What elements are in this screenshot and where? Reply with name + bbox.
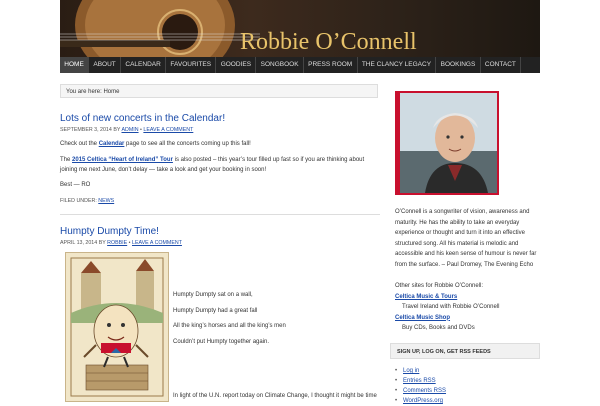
- post-meta: April 13, 2014 by Robbie • Leave a Comme…: [60, 240, 182, 246]
- post-paragraph: The 2015 Celtica “Heart of Ireland” Tour…: [60, 155, 378, 175]
- post-paragraph: Check out the Calendar page to see all t…: [60, 139, 380, 149]
- divider: [60, 214, 380, 215]
- nav-contact[interactable]: Contact: [481, 57, 522, 73]
- leave-comment-link[interactable]: Leave a Comment: [132, 240, 182, 246]
- post-author-link[interactable]: Admin: [121, 127, 138, 133]
- celtica-tours-link[interactable]: Celtica Music & Tours: [395, 292, 540, 303]
- comments-rss-link[interactable]: Comments RSS: [395, 386, 446, 396]
- post-by: by: [113, 127, 121, 133]
- celtica-tours-desc: Travel Ireland with Robbie O’Connell: [402, 304, 500, 310]
- rhyme: Humpty Dumpty sat on a wall, Humpty Dump…: [173, 288, 373, 350]
- text: The: [60, 157, 73, 163]
- nav-press-room[interactable]: Press Room: [304, 57, 358, 73]
- rhyme-line: Humpty Dumpty had a great fall: [173, 307, 258, 314]
- nav-favourites[interactable]: Favourites: [166, 57, 217, 73]
- rhyme-line: Couldn’t put Humpty together again.: [173, 338, 270, 345]
- nav-clancy-legacy[interactable]: The Clancy Legacy: [358, 57, 437, 73]
- main-nav: Home About Calendar Favourites Goodies S…: [60, 57, 540, 73]
- rhyme-line: Humpty Dumpty sat on a wall,: [173, 292, 253, 298]
- tour-link[interactable]: 2015 Celtica “Heart of Ireland” Tour: [72, 157, 173, 163]
- nav-home[interactable]: Home: [60, 57, 90, 73]
- entries-rss-link[interactable]: Entries RSS: [395, 376, 446, 386]
- post-title[interactable]: Lots of new concerts in the Calendar!: [60, 113, 225, 124]
- humpty-dumpty-illustration: [65, 252, 169, 402]
- site-header: Robbie O’Connell: [60, 0, 540, 57]
- meta-links-list: Log in Entries RSS Comments RSS WordPres…: [395, 366, 446, 406]
- category-link[interactable]: News: [98, 198, 114, 204]
- filed-under: Filed Under: News: [60, 198, 114, 204]
- nav-songbook[interactable]: Songbook: [256, 57, 304, 73]
- bio-quote: O’Connell is a songwriter of vision, awa…: [395, 209, 537, 268]
- calendar-link[interactable]: Calendar: [99, 141, 125, 147]
- portrait-image: [400, 93, 497, 193]
- text: page to see all the concerts coming up t…: [124, 141, 251, 147]
- post-date: April 13, 2014: [60, 240, 98, 246]
- widget-title: Sign up, log on, get RSS feeds: [390, 343, 540, 359]
- nav-bookings[interactable]: Bookings: [436, 57, 481, 73]
- filed-label: Filed Under:: [60, 198, 97, 204]
- rhyme-line: All the king’s horses and all the king’s…: [173, 323, 286, 329]
- post-title[interactable]: Humpty Dumpty Time!: [60, 226, 159, 237]
- leave-comment-link[interactable]: Leave a Comment: [143, 127, 193, 133]
- nav-calendar[interactable]: Calendar: [121, 57, 167, 73]
- nav-goodies[interactable]: Goodies: [216, 57, 257, 73]
- nav-about[interactable]: About: [89, 57, 122, 73]
- author-photo: [395, 91, 501, 197]
- log-in-link[interactable]: Log in: [395, 366, 446, 376]
- signoff: Best — RO: [60, 182, 91, 188]
- site-title[interactable]: Robbie O’Connell: [240, 29, 417, 56]
- breadcrumb: You are here: Home: [60, 84, 378, 98]
- text: Check out the: [60, 141, 99, 147]
- celtica-shop-link[interactable]: Celtica Music Shop: [395, 313, 540, 324]
- celtica-shop-desc: Buy CDs, Books and DVDs: [402, 325, 475, 331]
- wordpress-link[interactable]: WordPress.org: [395, 396, 446, 406]
- other-sites-label: Other sites for Robbie O’Connell:: [395, 283, 484, 289]
- post-date: September 3, 2014: [60, 127, 112, 133]
- post-author-link[interactable]: Robbie: [107, 240, 127, 246]
- guitar-image: [60, 0, 260, 57]
- post-by: by: [98, 240, 106, 246]
- post-meta: September 3, 2014 by Admin • Leave a Com…: [60, 127, 193, 133]
- other-sites: Other sites for Robbie O’Connell: Celtic…: [395, 281, 540, 334]
